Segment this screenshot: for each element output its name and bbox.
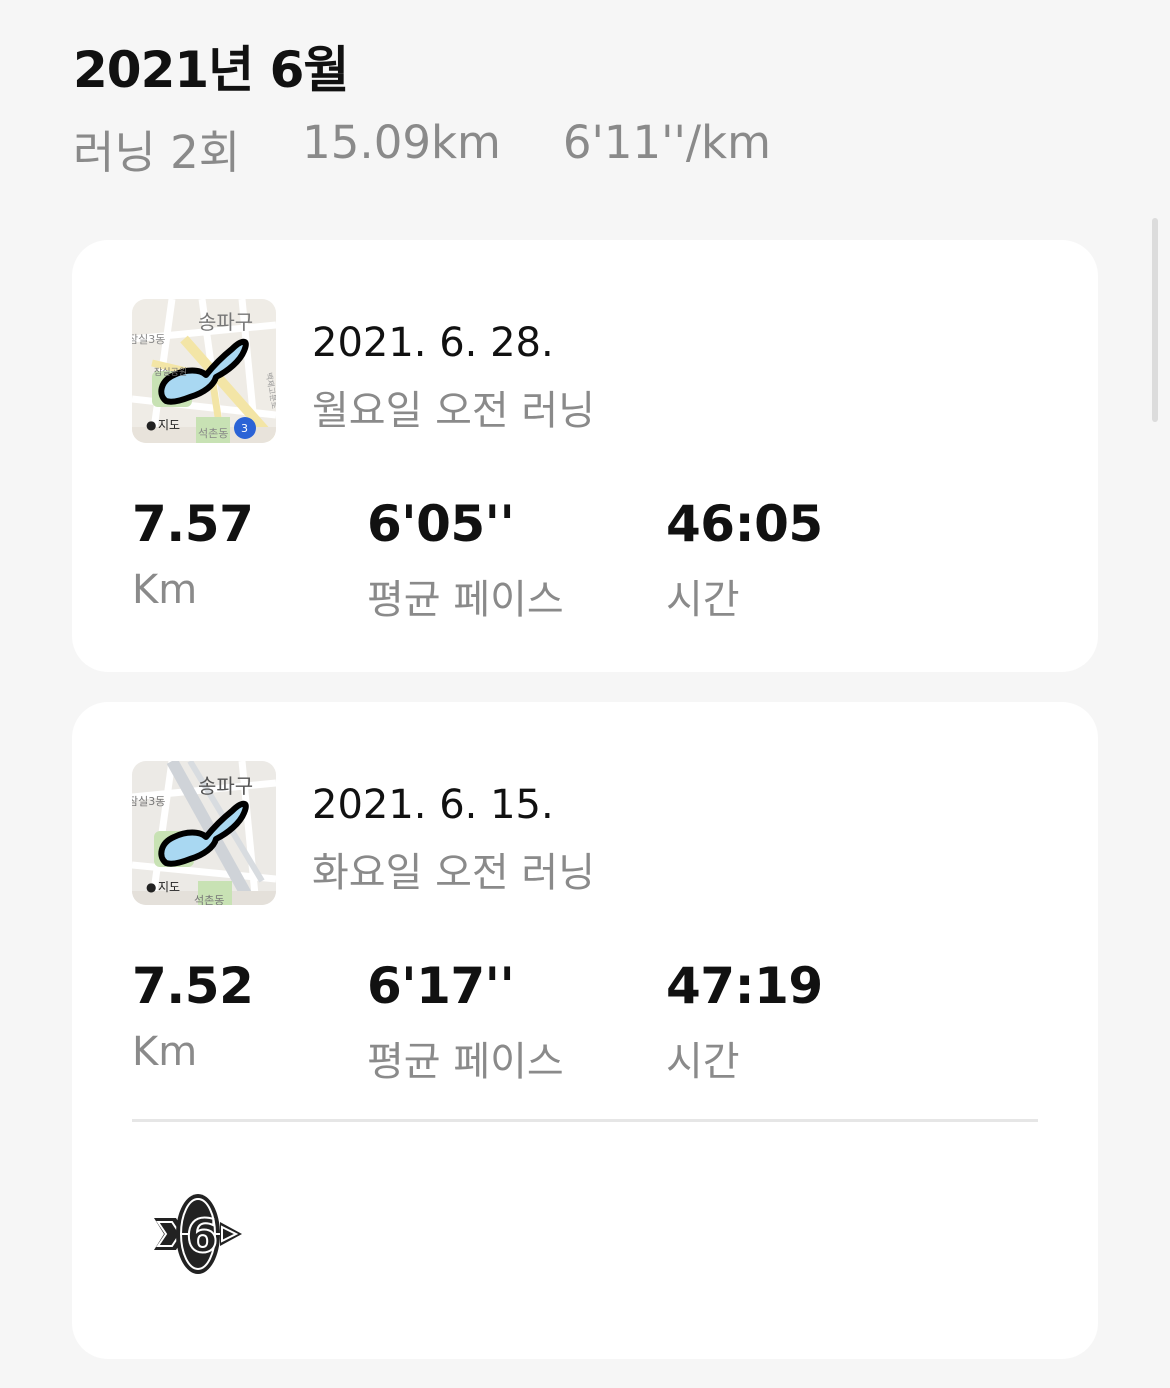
stat-duration-value: 46:05 [666, 495, 823, 553]
run-name: 월요일 오전 러닝 [312, 388, 596, 434]
summary-average-pace: 6'11''/km [562, 116, 771, 169]
stat-average-pace: 6'05'' 평균 페이스 [367, 495, 564, 625]
stat-pace-value: 6'17'' [367, 957, 515, 1015]
svg-text:●: ● [146, 880, 156, 894]
route-map-thumbnail: 송파구 잠실3동 석촌동 ● 지도 [132, 761, 276, 905]
map-brand-label: 지도 [158, 418, 180, 432]
stat-distance: 7.52 Km [132, 957, 254, 1075]
map-dong-bottom-label: 석촌동 [194, 894, 224, 905]
run-date: 2021. 6. 15. [312, 782, 554, 828]
svg-text:●: ● [146, 418, 156, 432]
stat-pace-label: 평균 페이스 [367, 577, 564, 623]
stat-duration-label: 시간 [666, 1039, 740, 1085]
badge-number: 6 [186, 1209, 218, 1263]
run-name: 화요일 오전 러닝 [312, 850, 596, 896]
map-dong-label: 잠실3동 [132, 333, 165, 346]
stat-pace-value: 6'05'' [367, 495, 515, 553]
month-title: 2021년 6월 [73, 41, 349, 99]
run-card[interactable]: 송파구 잠실3동 잠실공원 백제고분로 석촌동 ● 지도 3 2021. 6. … [72, 240, 1098, 672]
summary-run-count: 러닝 2회 [73, 126, 241, 179]
stat-duration-label: 시간 [666, 577, 740, 623]
stat-distance-value: 7.52 [132, 957, 254, 1015]
stat-distance-label: Km [132, 1029, 198, 1075]
map-district-label: 송파구 [198, 774, 253, 798]
run-date: 2021. 6. 28. [312, 320, 554, 366]
summary-distance: 15.09km [302, 116, 501, 169]
month-summary: 러닝 2회 15.09km 6'11''/km [73, 116, 771, 181]
map-route-badge: 3 [241, 422, 248, 435]
scrollbar[interactable] [1152, 218, 1158, 422]
map-park-label: 잠실공원 [154, 367, 187, 378]
stat-distance-label: Km [132, 567, 198, 613]
stat-average-pace: 6'17'' 평균 페이스 [367, 957, 564, 1087]
stat-distance-value: 7.57 [132, 495, 254, 553]
card-divider [132, 1119, 1038, 1122]
monthly-activity-page: 2021년 6월 러닝 2회 15.09km 6'11''/km 송파구 잠실3… [0, 0, 1170, 1388]
month-6-arrow-achievement-icon[interactable]: 6 [150, 1192, 246, 1276]
stat-duration-value: 47:19 [666, 957, 823, 1015]
route-map-thumbnail: 송파구 잠실3동 잠실공원 백제고분로 석촌동 ● 지도 3 [132, 299, 276, 443]
map-brand-label: 지도 [158, 880, 180, 894]
map-dong-bottom-label: 석촌동 [198, 427, 228, 440]
stat-distance: 7.57 Km [132, 495, 254, 613]
run-card[interactable]: 송파구 잠실3동 석촌동 ● 지도 2021. 6. 15. 화요일 오전 러닝… [72, 702, 1098, 1359]
stat-pace-label: 평균 페이스 [367, 1039, 564, 1085]
stat-duration: 46:05 시간 [666, 495, 823, 625]
map-dong-label: 잠실3동 [132, 795, 165, 808]
map-district-label: 송파구 [198, 310, 253, 334]
stat-duration: 47:19 시간 [666, 957, 823, 1087]
